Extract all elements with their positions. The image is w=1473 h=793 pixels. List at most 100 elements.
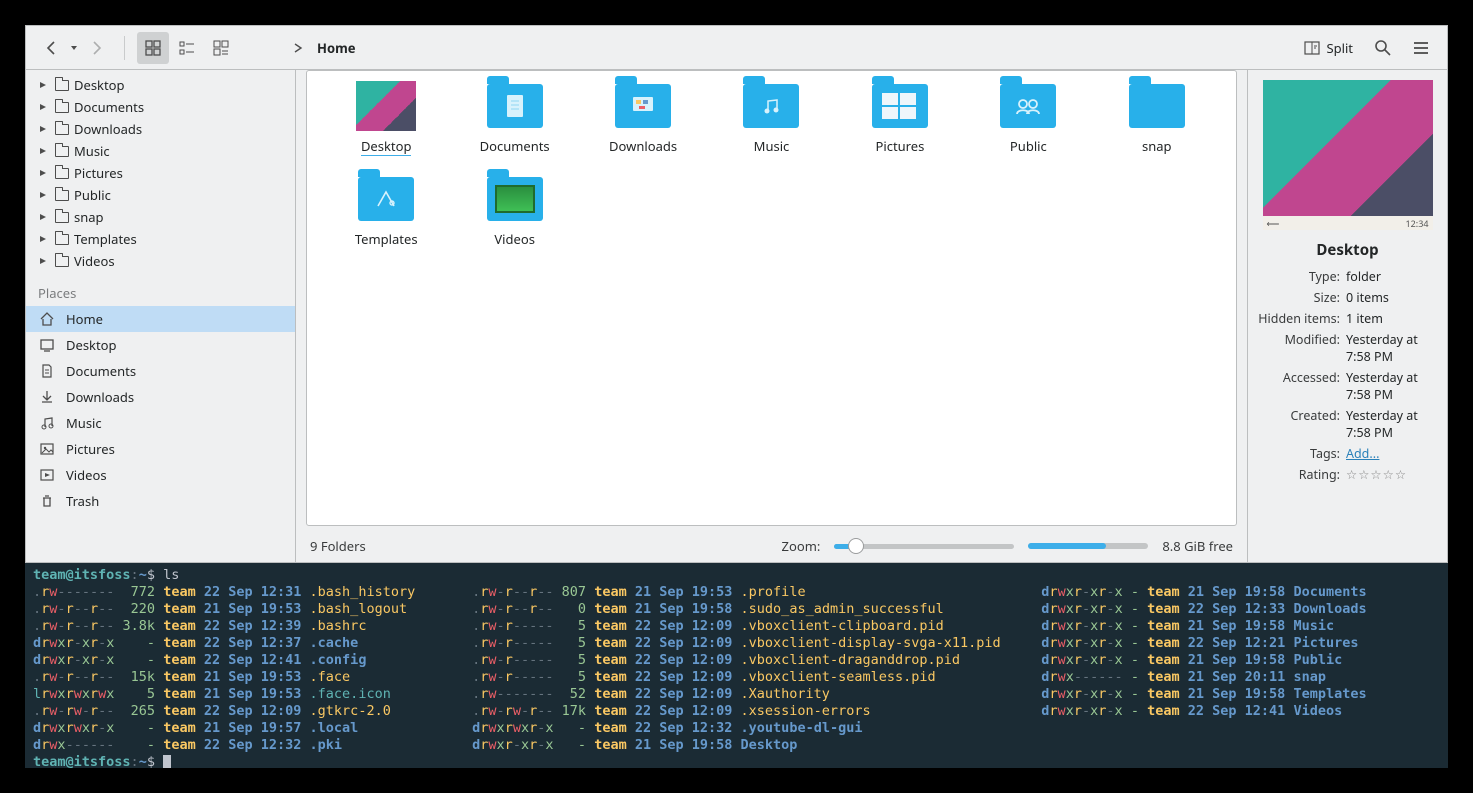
breadcrumb-current[interactable]: Home bbox=[313, 39, 360, 57]
folder-icon bbox=[54, 231, 70, 247]
expand-icon[interactable] bbox=[36, 169, 50, 177]
expand-icon[interactable] bbox=[36, 147, 50, 155]
breadcrumb-root-icon[interactable] bbox=[289, 43, 307, 53]
menu-button[interactable] bbox=[1405, 32, 1437, 64]
place-pictures[interactable]: Pictures bbox=[26, 436, 295, 462]
expand-icon[interactable] bbox=[36, 125, 50, 133]
place-documents[interactable]: Documents bbox=[26, 358, 295, 384]
tree-item[interactable]: Templates bbox=[26, 228, 295, 250]
folder-icon bbox=[54, 165, 70, 181]
expand-icon[interactable] bbox=[36, 257, 50, 265]
file-item[interactable]: Pictures bbox=[841, 81, 959, 156]
item-icon bbox=[485, 174, 545, 224]
place-label: Pictures bbox=[66, 440, 115, 458]
meta-key: Tags: bbox=[1256, 445, 1346, 462]
compact-view-button[interactable] bbox=[171, 32, 203, 64]
preview-thumbnail: ⟵12:34 bbox=[1263, 80, 1433, 230]
place-desktop[interactable]: Desktop bbox=[26, 332, 295, 358]
item-icon bbox=[870, 81, 930, 131]
search-button[interactable] bbox=[1367, 32, 1399, 64]
item-label: Music bbox=[754, 137, 790, 155]
toolbar: Home Split bbox=[26, 26, 1447, 70]
rating-stars[interactable]: ☆☆☆☆☆ bbox=[1346, 466, 1407, 483]
info-panel: ⟵12:34 Desktop Type:folderSize:0 itemsHi… bbox=[1247, 70, 1447, 562]
tree-item[interactable]: Desktop bbox=[26, 74, 295, 96]
back-dropdown-icon[interactable] bbox=[70, 46, 78, 50]
item-label: Documents bbox=[480, 137, 550, 155]
tree-item[interactable]: Documents bbox=[26, 96, 295, 118]
search-icon bbox=[1374, 39, 1392, 57]
file-item[interactable]: Downloads bbox=[584, 81, 702, 156]
meta-row: Hidden items:1 item bbox=[1256, 308, 1439, 329]
back-button[interactable] bbox=[36, 32, 68, 64]
item-label: Templates bbox=[355, 230, 418, 248]
meta-key: Rating: bbox=[1256, 466, 1346, 483]
meta-key: Size: bbox=[1256, 289, 1346, 306]
terminal[interactable]: team@itsfoss:~$ ls .rw------- 772 team 2… bbox=[25, 563, 1448, 768]
expand-icon[interactable] bbox=[36, 235, 50, 243]
item-label: Pictures bbox=[875, 137, 924, 155]
pictures-icon bbox=[38, 440, 56, 458]
file-item[interactable]: Templates bbox=[327, 174, 445, 248]
meta-row: Created:Yesterday at 7:58 PM bbox=[1256, 405, 1439, 443]
place-label: Videos bbox=[66, 466, 107, 484]
meta-value: Yesterday at 7:58 PM bbox=[1346, 407, 1439, 441]
info-title: Desktop bbox=[1316, 240, 1378, 260]
tree-item[interactable]: Music bbox=[26, 140, 295, 162]
file-item[interactable]: Public bbox=[969, 81, 1087, 156]
tree-item[interactable]: Pictures bbox=[26, 162, 295, 184]
status-count: 9 Folders bbox=[310, 537, 366, 555]
place-downloads[interactable]: Downloads bbox=[26, 384, 295, 410]
meta-value: Yesterday at 7:58 PM bbox=[1346, 369, 1439, 403]
place-home[interactable]: Home bbox=[26, 306, 295, 332]
meta-key: Accessed: bbox=[1256, 369, 1346, 403]
item-label: Public bbox=[1010, 137, 1047, 155]
item-icon bbox=[356, 81, 416, 131]
item-label: Desktop bbox=[361, 137, 412, 156]
trash-icon bbox=[38, 492, 56, 510]
icons-view-button[interactable] bbox=[137, 32, 169, 64]
forward-button[interactable] bbox=[80, 32, 112, 64]
meta-value: folder bbox=[1346, 268, 1439, 285]
tree-item-label: Music bbox=[74, 142, 110, 160]
tree-item-label: Downloads bbox=[74, 120, 142, 138]
meta-row: Size:0 items bbox=[1256, 287, 1439, 308]
add-tag-link[interactable]: Add... bbox=[1346, 445, 1379, 462]
meta-value: Add... bbox=[1346, 445, 1439, 462]
tree-item-label: Desktop bbox=[74, 76, 125, 94]
expand-icon[interactable] bbox=[36, 103, 50, 111]
expand-icon[interactable] bbox=[36, 213, 50, 221]
meta-row: Modified:Yesterday at 7:58 PM bbox=[1256, 329, 1439, 367]
item-icon bbox=[741, 81, 801, 131]
videos-icon bbox=[38, 466, 56, 484]
tree-item-label: Public bbox=[74, 186, 111, 204]
item-icon bbox=[1127, 81, 1187, 131]
place-trash[interactable]: Trash bbox=[26, 488, 295, 514]
tree-item[interactable]: Downloads bbox=[26, 118, 295, 140]
expand-icon[interactable] bbox=[36, 81, 50, 89]
hamburger-icon bbox=[1412, 39, 1430, 57]
zoom-slider[interactable] bbox=[834, 538, 1014, 554]
split-button[interactable]: Split bbox=[1296, 32, 1361, 64]
tree-item[interactable]: Public bbox=[26, 184, 295, 206]
desktop-icon bbox=[38, 336, 56, 354]
tree-item[interactable]: snap bbox=[26, 206, 295, 228]
file-item[interactable]: snap bbox=[1098, 81, 1216, 156]
places-list: HomeDesktopDocumentsDownloadsMusic Pictur… bbox=[26, 306, 295, 514]
folder-icon bbox=[54, 187, 70, 203]
file-item[interactable]: Desktop bbox=[327, 81, 445, 156]
expand-icon[interactable] bbox=[36, 191, 50, 199]
folder-tree: Desktop Documents Downloads Music Pictur… bbox=[26, 70, 295, 276]
details-view-button[interactable] bbox=[205, 32, 237, 64]
file-item[interactable]: Documents bbox=[455, 81, 573, 156]
icon-view[interactable]: Desktop Documents Downloads Music Pictures Pu… bbox=[306, 70, 1237, 526]
item-icon bbox=[356, 174, 416, 224]
meta-value: Yesterday at 7:58 PM bbox=[1346, 331, 1439, 365]
place-music[interactable]: Music bbox=[26, 410, 295, 436]
file-manager-window: Home Split Desktop Documents Downloads M… bbox=[25, 25, 1448, 563]
file-item[interactable]: Music bbox=[712, 81, 830, 156]
sidebar: Desktop Documents Downloads Music Pictur… bbox=[26, 70, 296, 562]
file-item[interactable]: Videos bbox=[455, 174, 573, 248]
place-videos[interactable]: Videos bbox=[26, 462, 295, 488]
tree-item[interactable]: Videos bbox=[26, 250, 295, 272]
